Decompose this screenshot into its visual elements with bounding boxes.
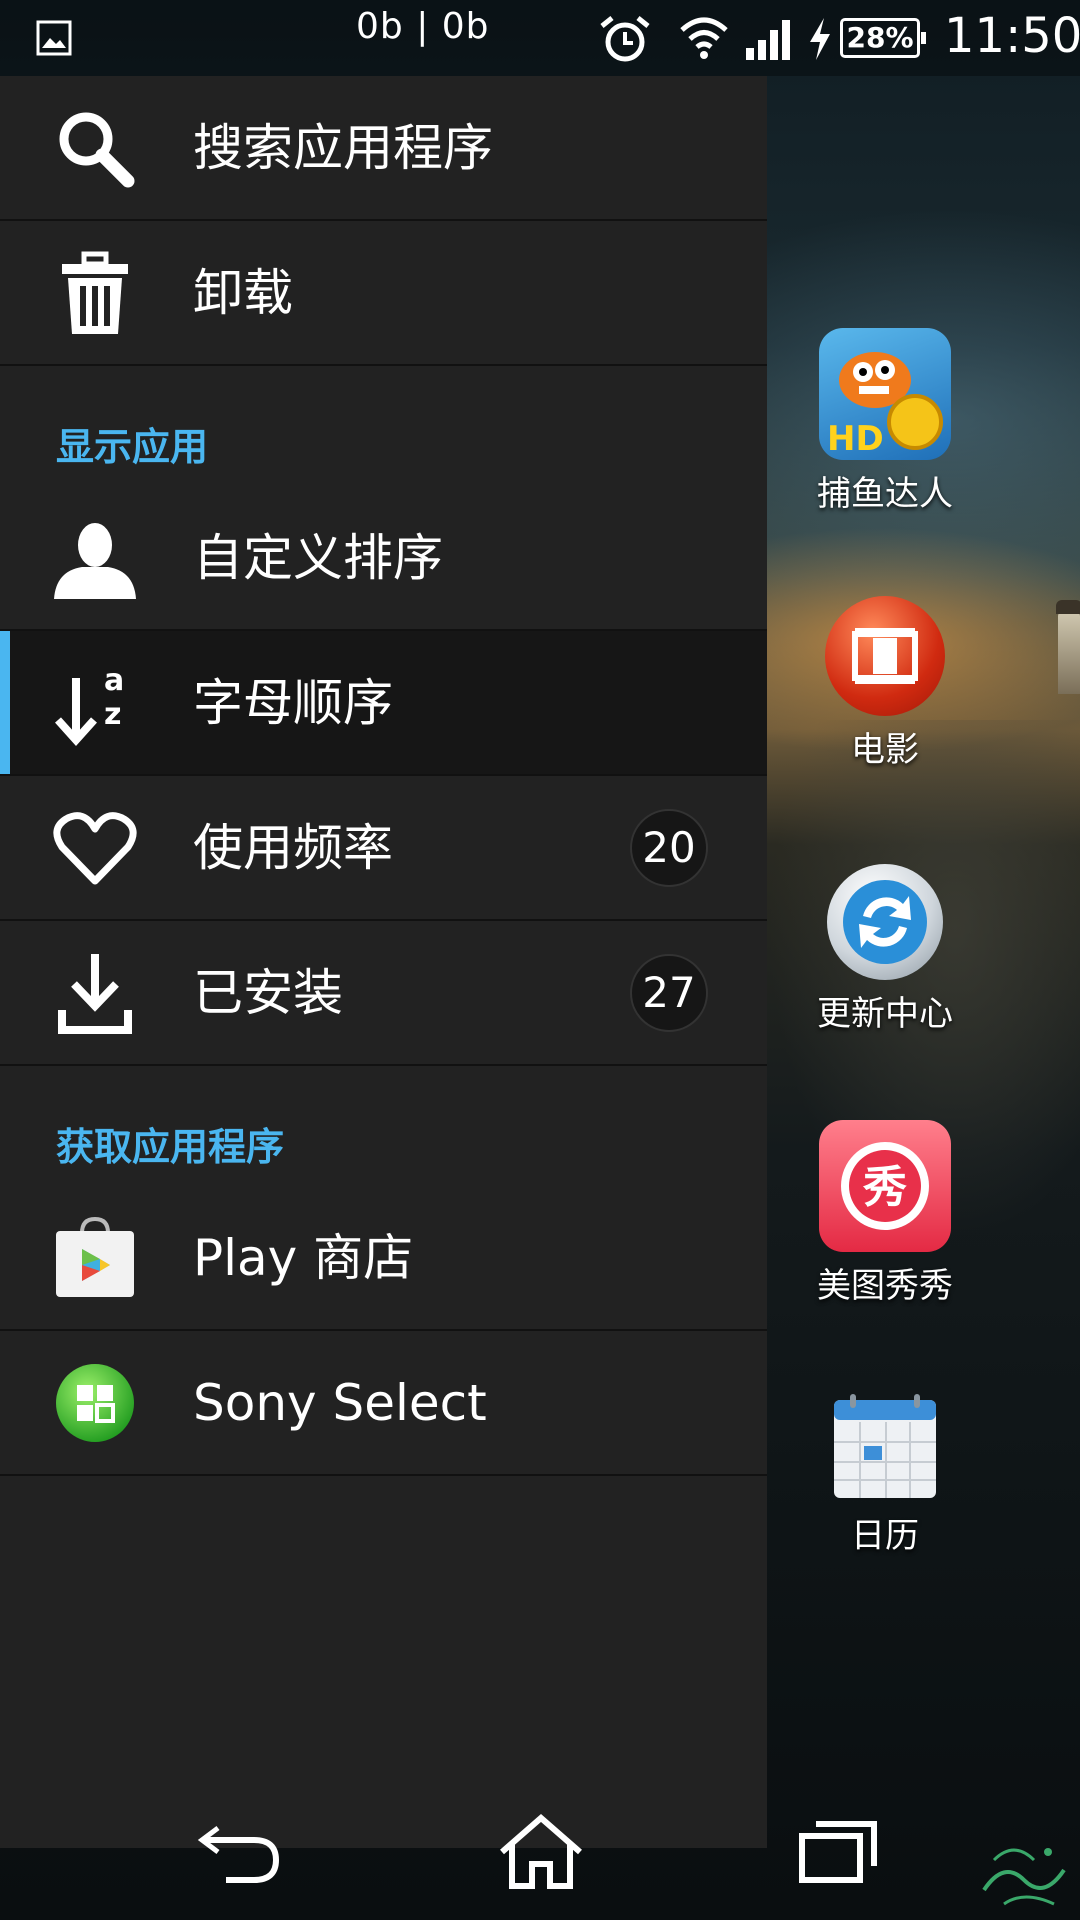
app-label: 日历 — [851, 1516, 919, 1556]
menu-item-search[interactable]: 搜索应用程序 — [0, 76, 767, 221]
download-icon — [58, 954, 132, 1034]
menu-item-label: 搜索应用程序 — [193, 119, 493, 177]
app-fishing-game[interactable]: HD 捕鱼达人 — [800, 328, 970, 515]
app-calendar[interactable]: 日历 — [800, 1390, 970, 1557]
app-label: 美图秀秀 — [817, 1266, 953, 1306]
person-icon — [54, 523, 136, 599]
navigation-bar — [0, 1772, 1080, 1920]
count-badge: 20 — [630, 809, 708, 887]
signal-strength-icon — [746, 20, 790, 60]
menu-item-alphabetical[interactable]: a z 字母顺序 — [0, 631, 767, 776]
menu-item-custom-sort[interactable]: 自定义排序 — [0, 486, 767, 631]
menu-item-uninstall[interactable]: 卸载 — [0, 221, 767, 366]
app-movies[interactable]: 电影 — [800, 596, 970, 771]
menu-item-installed[interactable]: 已安装 27 — [0, 921, 767, 1066]
menu-item-label: Play 商店 — [193, 1229, 414, 1287]
network-traffic-indicator: 0b | 0b — [356, 6, 490, 47]
svg-text:a: a — [104, 663, 124, 698]
menu-item-label: 已安装 — [193, 964, 343, 1022]
meitu-icon: 秀 — [819, 1120, 951, 1252]
image-notification-icon — [36, 20, 72, 56]
status-bar: 0b | 0b 28% 11:50 — [0, 0, 1080, 76]
sort-alphabetical-icon: a z — [55, 663, 124, 746]
trash-icon — [62, 251, 128, 334]
svg-text:z: z — [104, 697, 121, 732]
fishing-game-icon: HD — [819, 328, 951, 460]
app-meitu[interactable]: 秀 美图秀秀 — [800, 1120, 970, 1307]
section-header-show-apps: 显示应用 — [56, 425, 209, 469]
clock: 11:50 — [944, 8, 1080, 64]
menu-item-sony-select[interactable]: Sony Select — [0, 1331, 767, 1476]
menu-item-label: 字母顺序 — [193, 674, 393, 732]
menu-item-label: 自定义排序 — [193, 529, 443, 587]
update-center-icon — [827, 864, 943, 980]
play-store-icon — [56, 1216, 134, 1297]
menu-item-play-store[interactable]: Play 商店 — [0, 1186, 767, 1331]
wifi-icon — [680, 17, 728, 59]
count-badge: 27 — [630, 954, 708, 1032]
wallpaper-lighthouse — [1056, 600, 1080, 694]
search-icon — [59, 112, 135, 188]
app-label: 更新中心 — [817, 994, 953, 1034]
battery-indicator: 28% — [840, 18, 926, 58]
app-label: 捕鱼达人 — [817, 474, 953, 514]
section-header-get-apps: 获取应用程序 — [56, 1125, 285, 1169]
movie-icon — [825, 596, 945, 716]
menu-item-label: 使用频率 — [193, 819, 393, 877]
app-label: 电影 — [851, 730, 919, 770]
sony-select-icon — [56, 1364, 134, 1442]
svg-text:秀: 秀 — [862, 1162, 907, 1213]
charging-icon — [810, 18, 830, 60]
home-icon[interactable] — [496, 1814, 586, 1890]
heart-icon — [53, 812, 137, 885]
app-drawer-menu: 搜索应用程序 卸载 显示应用 自定义排序 a z 字母顺序 使用频率 20 已安… — [0, 76, 767, 1848]
watermark-logo — [982, 1848, 1066, 1906]
calendar-icon — [830, 1390, 940, 1502]
menu-item-label: 卸载 — [193, 264, 293, 322]
alarm-icon — [600, 16, 650, 62]
app-update-center[interactable]: 更新中心 — [800, 864, 970, 1035]
menu-item-most-used[interactable]: 使用频率 20 — [0, 776, 767, 921]
recent-apps-icon[interactable] — [796, 1814, 886, 1890]
menu-item-label: Sony Select — [193, 1374, 487, 1432]
svg-text:HD: HD — [827, 419, 884, 459]
selected-indicator — [0, 631, 10, 774]
back-icon[interactable] — [196, 1814, 286, 1890]
